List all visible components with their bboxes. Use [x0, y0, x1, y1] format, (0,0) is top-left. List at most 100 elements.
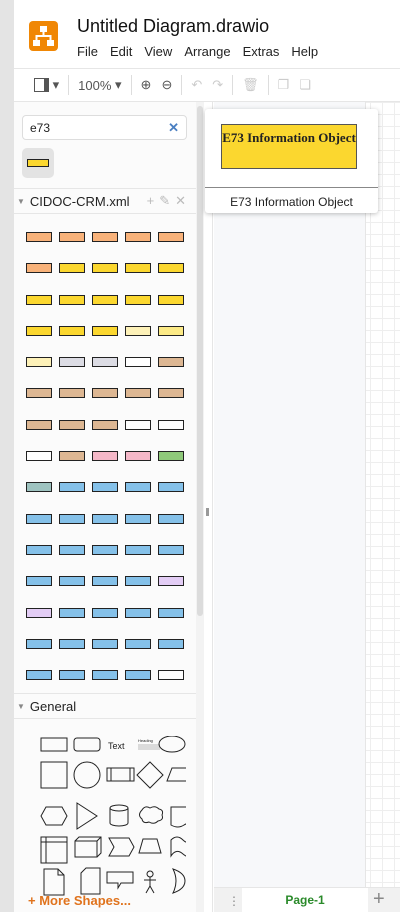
cidoc-shape[interactable] — [59, 451, 85, 462]
page-menu-icon[interactable]: ⋮ — [228, 894, 240, 908]
section-cidoc-header[interactable]: ▼ CIDOC-CRM.xml + ✎ ✕ — [14, 188, 196, 214]
cidoc-shape[interactable] — [59, 670, 85, 681]
cidoc-shape[interactable] — [158, 419, 184, 430]
shape-note[interactable] — [43, 868, 65, 896]
undo-icon[interactable]: ↶ — [191, 73, 202, 97]
cidoc-shape[interactable] — [26, 544, 52, 555]
cidoc-shape[interactable] — [125, 513, 151, 524]
cidoc-shape[interactable] — [26, 638, 52, 649]
menu-help[interactable]: Help — [291, 44, 318, 59]
shape-or[interactable] — [172, 868, 186, 894]
diagram-canvas[interactable] — [214, 102, 400, 887]
shape-internal-storage[interactable] — [40, 836, 68, 864]
cidoc-shape[interactable] — [26, 388, 52, 399]
cidoc-shape[interactable] — [92, 419, 118, 430]
cidoc-shape[interactable] — [92, 294, 118, 305]
cidoc-shape[interactable] — [26, 513, 52, 524]
shape-trapezoid[interactable] — [138, 838, 162, 854]
cidoc-shape[interactable] — [59, 388, 85, 399]
shape-callout[interactable] — [106, 871, 134, 890]
cidoc-shape[interactable] — [26, 232, 52, 242]
cidoc-shape[interactable] — [92, 513, 118, 524]
cidoc-shape[interactable] — [125, 544, 151, 555]
close-icon[interactable]: ✕ — [168, 120, 179, 136]
cidoc-shape[interactable] — [59, 638, 85, 649]
cidoc-shape[interactable] — [59, 232, 85, 242]
cidoc-shape[interactable] — [59, 482, 85, 493]
menu-arrange[interactable]: Arrange — [184, 44, 230, 59]
cidoc-shape[interactable] — [92, 670, 118, 681]
add-page-icon[interactable]: + — [373, 888, 385, 911]
zoom-select[interactable]: 100% ▾ — [78, 73, 121, 97]
cidoc-shape[interactable] — [125, 670, 151, 681]
cidoc-shape[interactable] — [158, 513, 184, 524]
delete-icon[interactable]: 🗑 — [242, 73, 259, 97]
cidoc-shape[interactable] — [92, 263, 118, 274]
cidoc-shape[interactable] — [59, 357, 85, 368]
cidoc-shape[interactable] — [92, 638, 118, 649]
document-title[interactable]: Untitled Diagram.drawio — [77, 16, 269, 37]
cidoc-shape[interactable] — [125, 638, 151, 649]
cidoc-shape[interactable] — [125, 451, 151, 462]
cidoc-shape[interactable] — [26, 670, 52, 681]
cidoc-shape[interactable] — [158, 325, 184, 336]
cidoc-shape[interactable] — [125, 357, 151, 368]
cidoc-shape[interactable] — [92, 607, 118, 618]
cidoc-shape[interactable] — [26, 576, 52, 587]
menu-edit[interactable]: Edit — [110, 44, 132, 59]
more-shapes-button[interactable]: + More Shapes... — [28, 893, 131, 908]
cidoc-shape[interactable] — [26, 357, 52, 368]
format-panel-button[interactable]: ▾ — [34, 73, 59, 97]
cidoc-shape[interactable] — [59, 419, 85, 430]
cidoc-shape[interactable] — [125, 388, 151, 399]
cidoc-shape[interactable] — [92, 482, 118, 493]
cidoc-shape[interactable] — [125, 419, 151, 430]
cidoc-shape[interactable] — [92, 388, 118, 399]
cidoc-shape[interactable] — [26, 482, 52, 493]
cidoc-shape[interactable] — [158, 451, 184, 462]
cidoc-shape[interactable] — [158, 544, 184, 555]
cidoc-shape[interactable] — [92, 357, 118, 368]
cidoc-shape[interactable] — [92, 451, 118, 462]
cidoc-shape[interactable] — [158, 670, 184, 681]
section-general-header[interactable]: ▼ General — [14, 693, 196, 719]
shape-tape[interactable] — [170, 836, 186, 858]
cidoc-shape[interactable] — [158, 294, 184, 305]
shape-ellipse[interactable] — [158, 736, 186, 753]
cidoc-shape[interactable] — [125, 576, 151, 587]
cidoc-shape[interactable] — [125, 325, 151, 336]
cidoc-shape[interactable] — [158, 638, 184, 649]
cidoc-shape[interactable] — [59, 294, 85, 305]
cidoc-shape[interactable] — [26, 294, 52, 305]
cidoc-shape[interactable] — [125, 607, 151, 618]
cidoc-shape[interactable] — [158, 388, 184, 399]
cidoc-shape[interactable] — [158, 263, 184, 274]
shape-actor[interactable] — [144, 870, 156, 894]
sidebar-scrollbar[interactable] — [196, 102, 204, 912]
zoom-in-icon[interactable]: ⊕ — [141, 73, 152, 97]
cidoc-shape[interactable] — [59, 325, 85, 336]
close-icon[interactable]: ✕ — [175, 193, 186, 209]
panel-resize-handle[interactable] — [204, 102, 213, 912]
search-result-e73[interactable] — [22, 148, 54, 178]
cidoc-shape[interactable] — [125, 232, 151, 242]
menu-extras[interactable]: Extras — [243, 44, 280, 59]
menu-file[interactable]: File — [77, 44, 98, 59]
menu-view[interactable]: View — [144, 44, 172, 59]
to-back-icon[interactable]: ❏ — [299, 73, 311, 97]
cidoc-shape[interactable] — [92, 325, 118, 336]
shape-cube[interactable] — [74, 836, 102, 858]
cidoc-shape[interactable] — [59, 607, 85, 618]
shape-step[interactable] — [108, 837, 135, 857]
cidoc-shape[interactable] — [59, 263, 85, 274]
tab-page-1[interactable]: Page-1 — [242, 888, 368, 913]
cidoc-shape[interactable] — [158, 607, 184, 618]
cidoc-shape[interactable] — [125, 294, 151, 305]
redo-icon[interactable]: ↷ — [212, 73, 223, 97]
cidoc-shape[interactable] — [125, 482, 151, 493]
cidoc-shape[interactable] — [158, 482, 184, 493]
to-front-icon[interactable]: ❐ — [278, 73, 290, 97]
cidoc-shape[interactable] — [26, 451, 52, 462]
shape-search-input[interactable]: e73 ✕ — [22, 115, 187, 140]
pencil-icon[interactable]: ✎ — [159, 193, 170, 209]
